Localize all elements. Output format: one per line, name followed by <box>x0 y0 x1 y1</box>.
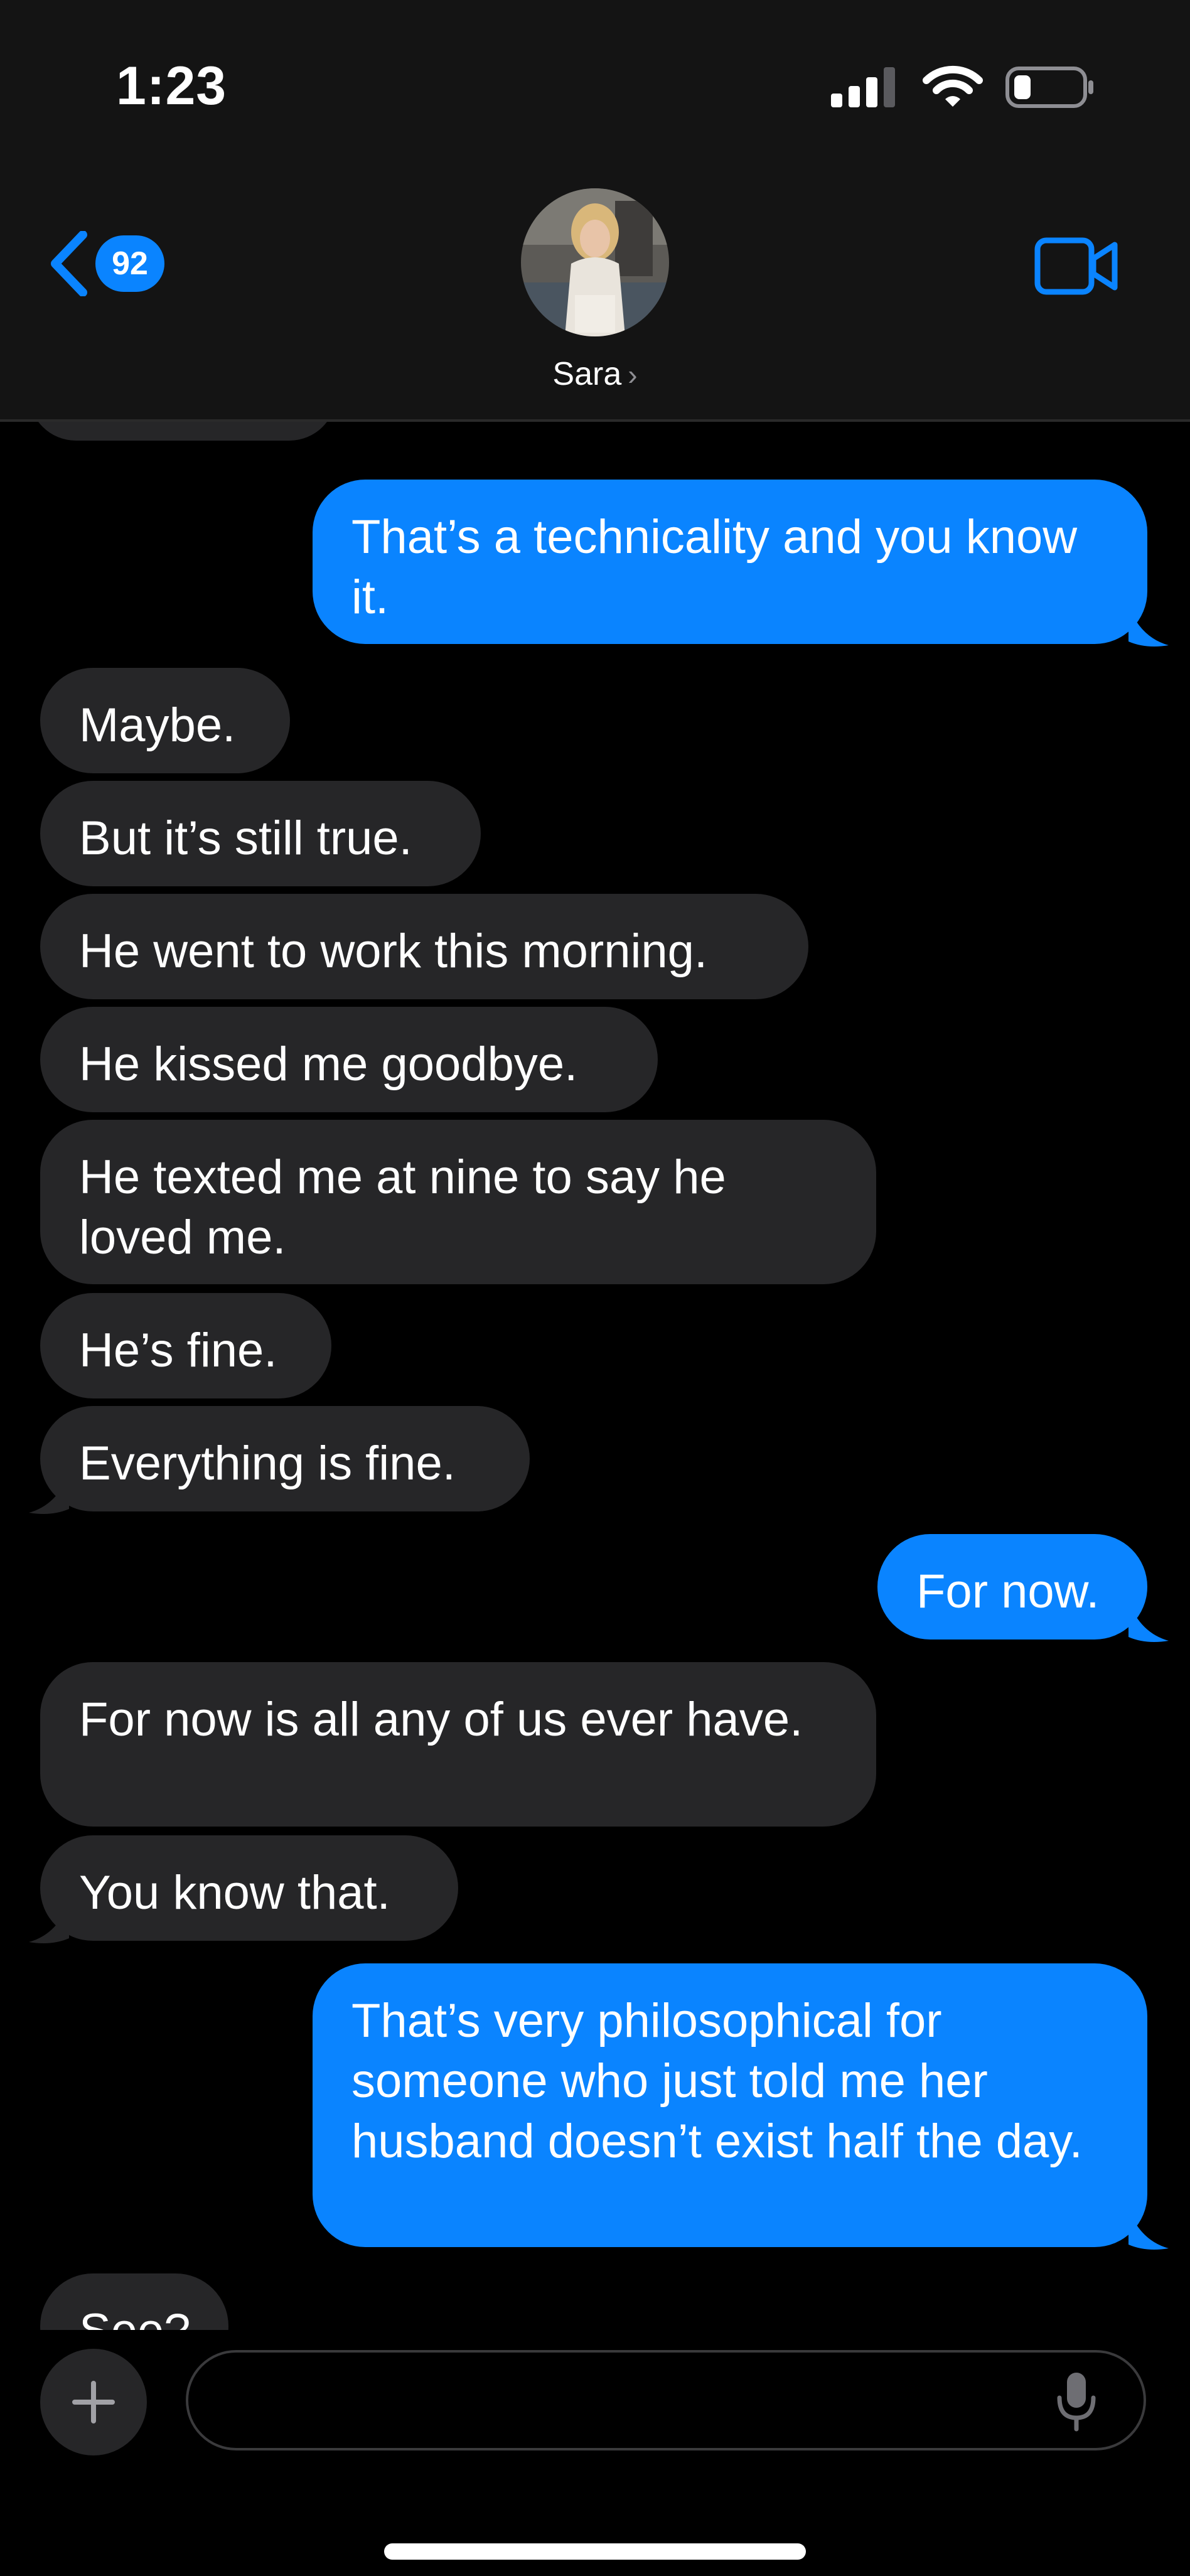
bubble-tail <box>29 1474 69 1514</box>
message-bubble-incoming[interactable]: But it’s still true. <box>40 781 481 886</box>
message-text: He’s fine. <box>79 1324 277 1377</box>
chevron-right-icon: › <box>628 358 638 391</box>
message-text: He kissed me goodbye. <box>79 1038 578 1091</box>
video-camera-icon <box>1034 237 1118 295</box>
chevron-left-icon <box>51 231 87 296</box>
message-bubble-outgoing[interactable]: That’s a technicality and you know it. <box>313 480 1147 644</box>
cellular-signal-icon <box>831 67 895 107</box>
dictation-button[interactable] <box>1054 2370 1098 2436</box>
message-composer <box>0 2330 1190 2576</box>
message-text: That’s a technicality and you know it. <box>351 510 1078 624</box>
message-bubble-outgoing[interactable]: For now. <box>877 1534 1147 1640</box>
message-bubble-incoming[interactable]: He texted me at nine to say he loved me. <box>40 1120 876 1284</box>
message-bubble-incoming[interactable]: See? <box>40 2273 228 2330</box>
status-icons <box>831 65 1096 109</box>
message-text: For now is all any of us ever have. <box>79 1693 803 1746</box>
message-text: But it’s still true. <box>79 812 412 865</box>
apps-plus-button[interactable] <box>40 2349 147 2455</box>
message-text: Everything is fine. <box>79 1437 456 1490</box>
message-text: You know that. <box>79 1866 390 1919</box>
back-button[interactable]: 92 <box>49 226 164 301</box>
message-bubble-incoming[interactable]: Everything is fine. <box>40 1406 530 1511</box>
battery-icon <box>1005 67 1093 108</box>
message-text: For now. <box>916 1565 1100 1618</box>
bubble-tail <box>1128 606 1169 647</box>
message-bubble-incoming[interactable]: Maybe. <box>40 668 290 773</box>
contact-name-label: Sara <box>552 356 622 392</box>
bubble-tail <box>29 1903 69 1943</box>
home-indicator[interactable] <box>384 2543 806 2560</box>
message-text: See? <box>79 2304 191 2330</box>
message-text: He went to work this morning. <box>79 925 708 978</box>
message-bubble-outgoing[interactable]: That’s very philosophical for someone wh… <box>313 1963 1147 2247</box>
message-bubble-incoming[interactable]: He kissed me goodbye. <box>40 1007 658 1112</box>
status-time: 1:23 <box>116 56 227 116</box>
message-bubble-incoming[interactable]: For now is all any of us ever have. <box>40 1662 876 1827</box>
contact-avatar[interactable] <box>521 188 669 336</box>
conversation-header: 92 Sara › <box>0 169 1190 422</box>
avatar-photo <box>521 188 669 336</box>
message-text: That’s very philosophical for someone wh… <box>351 1994 1083 2168</box>
unread-count-badge: 92 <box>95 235 164 292</box>
plus-icon <box>72 2381 115 2423</box>
microphone-icon <box>1057 2373 1096 2432</box>
message-bubble-incoming[interactable]: He’s fine. <box>40 1293 331 1398</box>
message-bubble-incoming[interactable]: You know that. <box>40 1835 458 1941</box>
message-text: Maybe. <box>79 699 236 752</box>
message-bubble-incoming[interactable]: ... <box>29 422 336 441</box>
contact-name[interactable]: Sara › <box>0 355 1190 393</box>
status-bar: 1:23 <box>0 0 1190 169</box>
message-text: ... <box>68 422 107 431</box>
bubble-tail <box>1128 1602 1169 1642</box>
facetime-video-button[interactable] <box>1034 237 1120 298</box>
message-text: He texted me at nine to say he loved me. <box>79 1151 726 1264</box>
message-bubble-incoming[interactable]: He went to work this morning. <box>40 894 808 999</box>
bubble-tail <box>1128 2209 1169 2250</box>
message-input[interactable] <box>186 2350 1146 2450</box>
wifi-icon <box>923 65 983 107</box>
message-thread[interactable]: ... That’s a technicality and you know i… <box>0 422 1190 2330</box>
